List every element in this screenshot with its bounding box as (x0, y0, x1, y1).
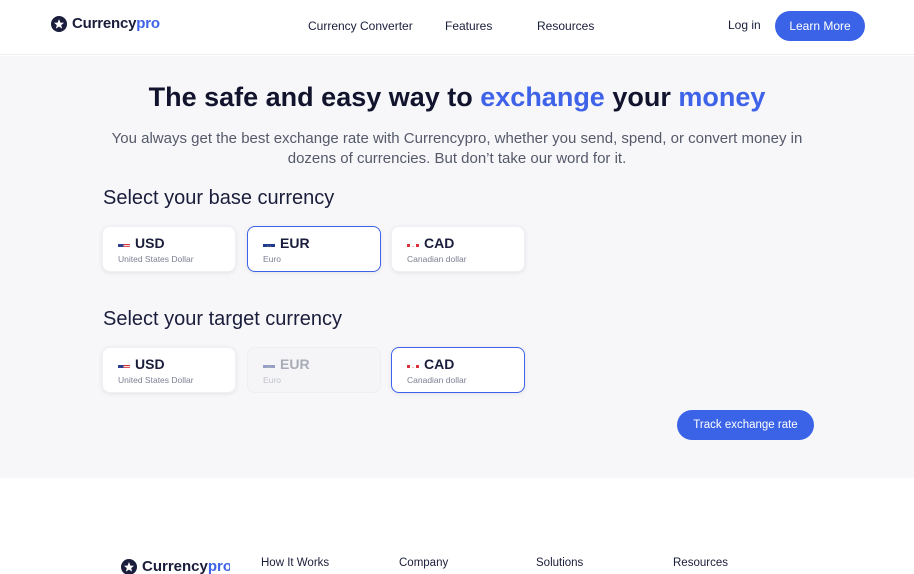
hero-subtitle: You always get the best exchange rate wi… (111, 130, 803, 167)
nav-features[interactable]: Features (445, 19, 492, 33)
currency-name: United States Dollar (118, 375, 194, 385)
ca-flag-icon (407, 360, 419, 368)
currency-name: United States Dollar (118, 254, 194, 264)
currency-code: USD (135, 235, 165, 251)
currency-code: EUR (280, 356, 310, 372)
eu-flag-icon (263, 239, 275, 247)
brand-name-suffix: pro (136, 15, 160, 32)
base-currency-label: Select your base currency (103, 187, 335, 209)
base-option-eur[interactable]: EUR Euro (247, 226, 381, 272)
brand-logo[interactable]: Currencypro (51, 15, 160, 32)
footer-solutions[interactable]: Solutions (536, 557, 583, 569)
brand-name: Currency (142, 558, 208, 574)
track-exchange-rate-button[interactable]: Track exchange rate (677, 410, 814, 440)
footer-company[interactable]: Company (399, 557, 448, 569)
currency-code: EUR (280, 235, 310, 251)
footer-brand-logo[interactable]: Currencypro (121, 558, 230, 574)
learn-more-button[interactable]: Learn More (775, 11, 865, 41)
ca-flag-icon (407, 239, 419, 247)
target-option-usd[interactable]: USD United States Dollar (102, 347, 236, 393)
us-flag-icon (118, 239, 130, 247)
currency-name: Canadian dollar (407, 375, 467, 385)
footer-resources[interactable]: Resources (673, 557, 728, 569)
base-option-usd[interactable]: USD United States Dollar (102, 226, 236, 272)
target-option-eur: EUR Euro (247, 347, 381, 393)
currency-code: USD (135, 356, 165, 372)
login-link[interactable]: Log in (728, 18, 761, 32)
currency-name: Euro (263, 375, 281, 385)
hero-title: The safe and easy way to exchange your m… (148, 82, 766, 112)
eu-flag-icon (263, 360, 275, 368)
site-header: Currencypro Currency Converter Features … (0, 0, 914, 55)
brand-name: Currency (72, 15, 137, 32)
currency-code: CAD (424, 235, 455, 251)
brand-logo-icon (51, 15, 67, 32)
us-flag-icon (118, 360, 130, 368)
base-option-cad[interactable]: CAD Canadian dollar (391, 226, 525, 272)
currency-name: Euro (263, 254, 281, 264)
nav-resources[interactable]: Resources (537, 19, 594, 33)
currency-name: Canadian dollar (407, 254, 467, 264)
target-currency-label: Select your target currency (103, 308, 342, 330)
nav-currency-converter[interactable]: Currency Converter (308, 19, 413, 33)
target-option-cad[interactable]: CAD Canadian dollar (391, 347, 525, 393)
brand-logo-icon (121, 558, 137, 574)
footer-how-it-works[interactable]: How It Works (261, 557, 329, 569)
currency-code: CAD (424, 356, 455, 372)
brand-name-suffix: pro (207, 558, 230, 574)
